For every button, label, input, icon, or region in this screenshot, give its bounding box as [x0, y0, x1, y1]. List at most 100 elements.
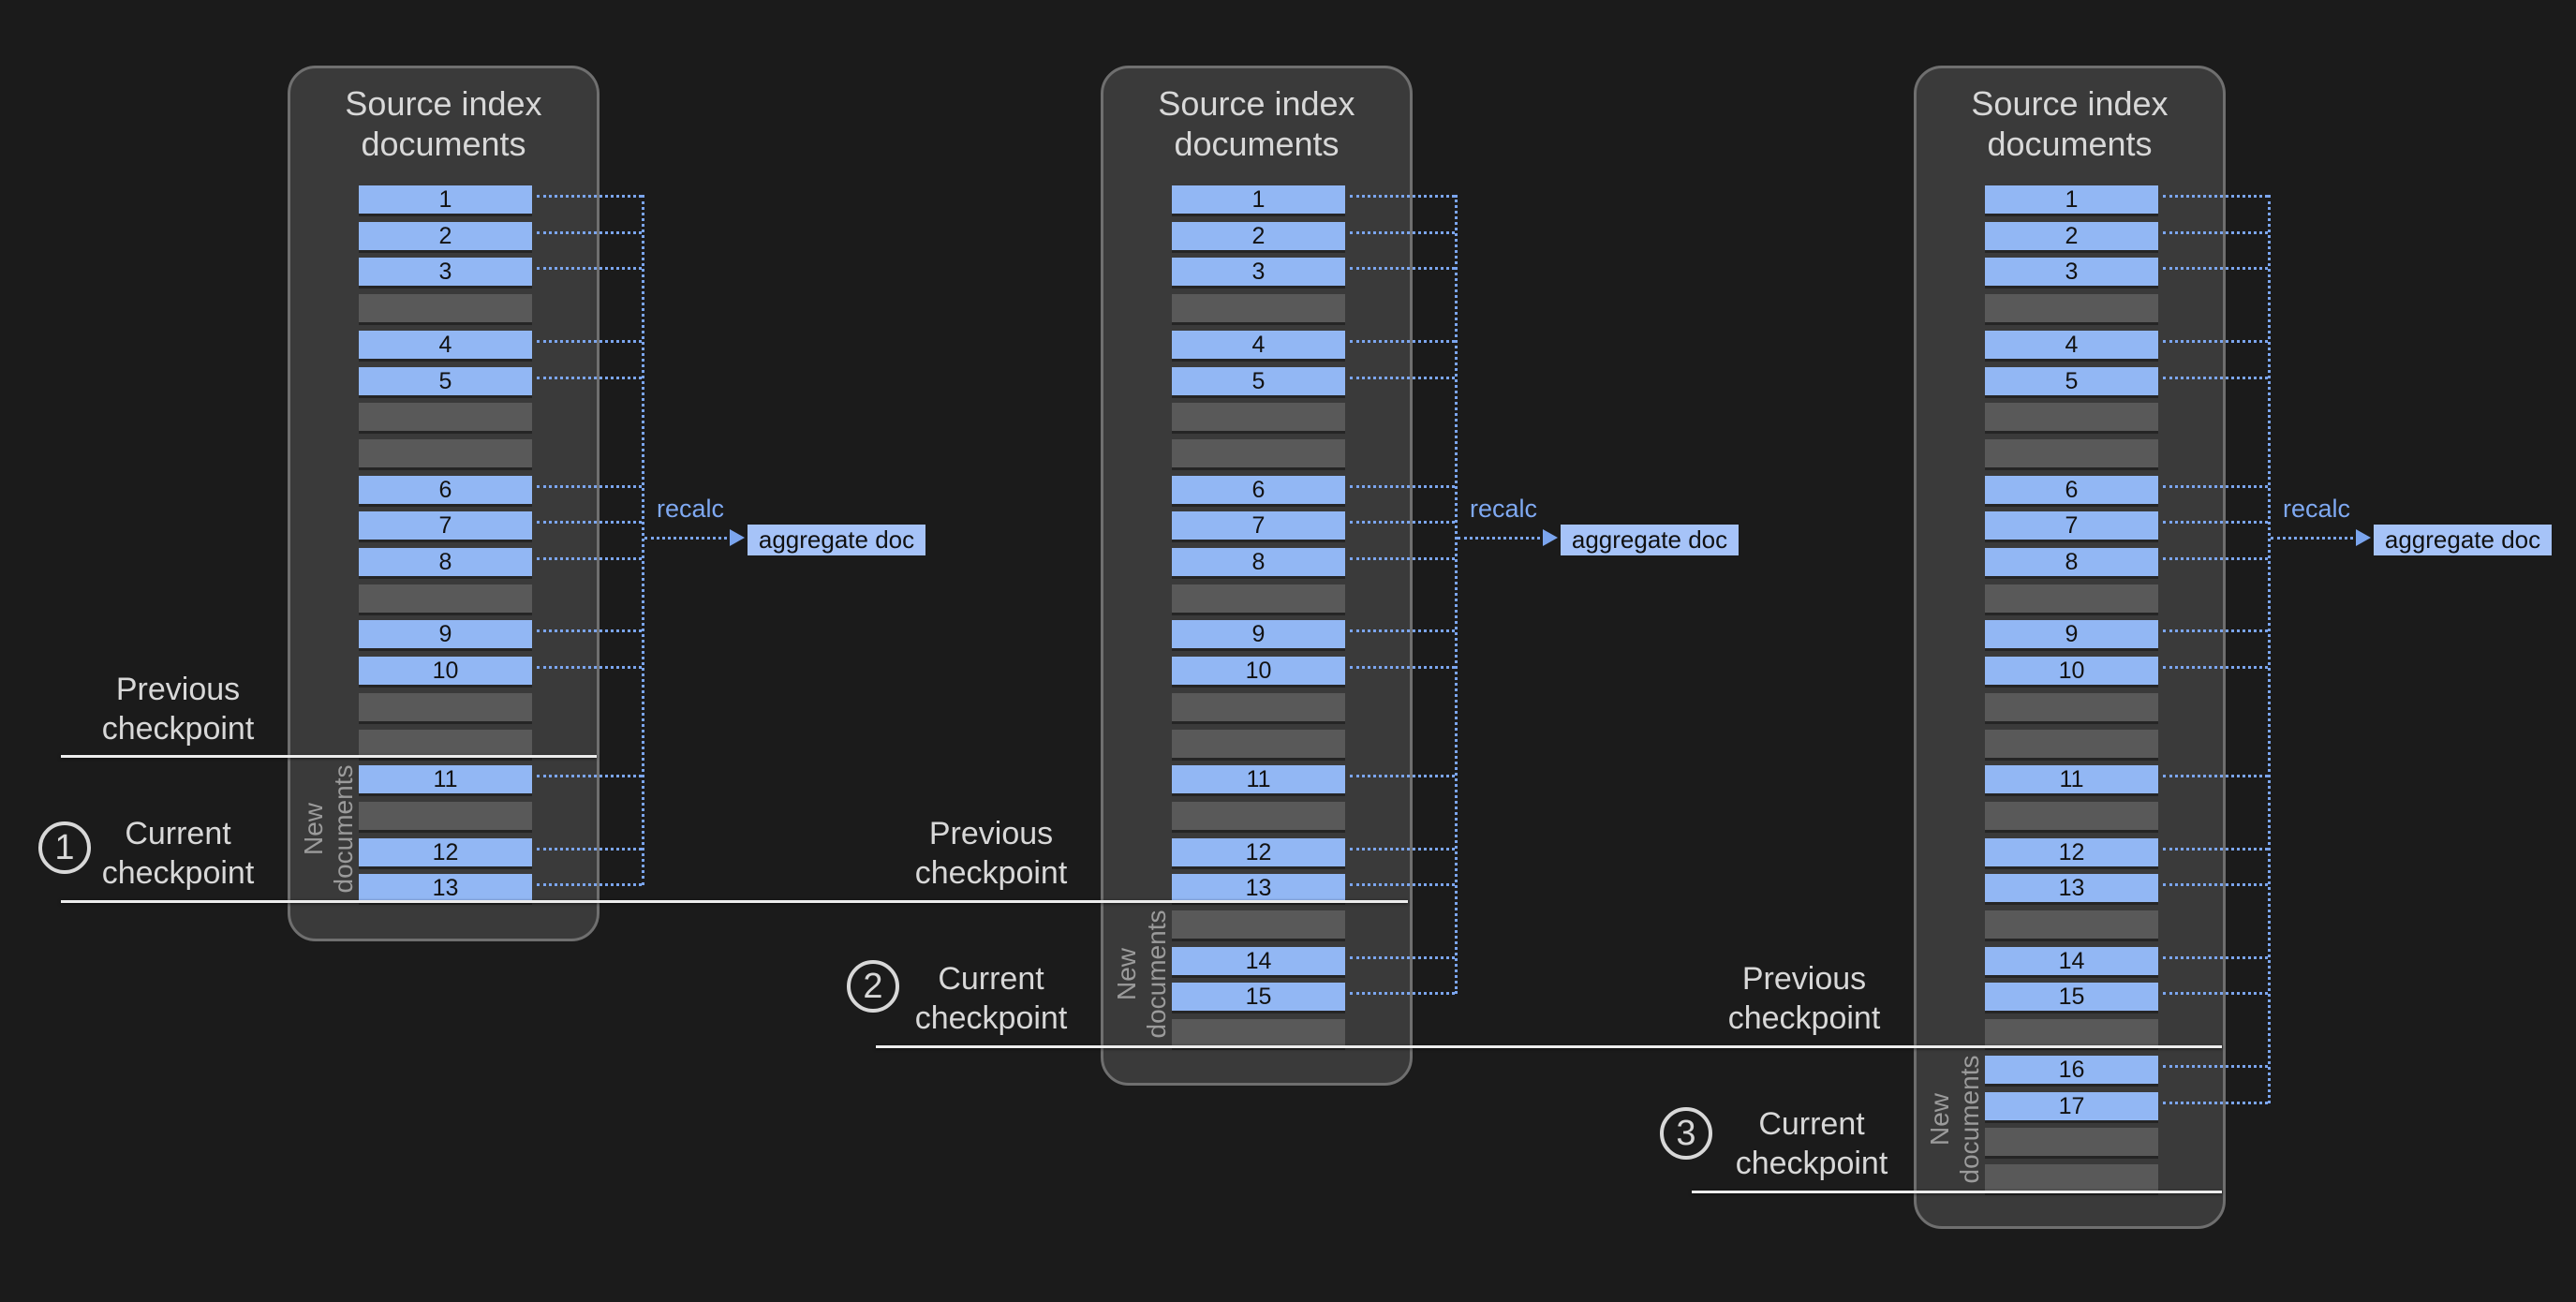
placeholder-row — [1172, 403, 1345, 431]
doc-connector-line — [1350, 267, 1455, 270]
doc-connector-line — [537, 883, 642, 886]
doc-connector-line — [2163, 195, 2268, 198]
placeholder-row — [1172, 294, 1345, 322]
bracket-line — [642, 195, 644, 885]
recalc-arrow — [1458, 537, 1546, 540]
doc-row-9: 9 — [1172, 620, 1345, 648]
doc-row-15: 15 — [1985, 983, 2158, 1011]
doc-row-4: 4 — [1172, 331, 1345, 359]
previous-checkpoint-label-1: Previous checkpoint — [28, 670, 328, 748]
placeholder-row — [359, 693, 532, 721]
recalc-label: recalc — [2283, 495, 2350, 523]
doc-row-3: 3 — [1172, 258, 1345, 286]
placeholder-row — [359, 802, 532, 830]
doc-connector-line — [1350, 629, 1455, 632]
doc-connector-line — [1350, 521, 1455, 524]
bracket-line — [1455, 195, 1458, 994]
checkpoint-line-2 — [61, 900, 1408, 903]
doc-row-8: 8 — [1172, 548, 1345, 576]
doc-connector-line — [1350, 666, 1455, 669]
panel-title: Source index documents — [1917, 83, 2223, 164]
doc-connector-line — [2163, 629, 2268, 632]
panel-title: Source index documents — [1103, 83, 1410, 164]
doc-connector-line — [537, 267, 642, 270]
doc-row-5: 5 — [1172, 367, 1345, 395]
bracket-line — [2268, 195, 2271, 1103]
doc-connector-line — [1350, 992, 1455, 995]
doc-connector-line — [2163, 267, 2268, 270]
doc-row-3: 3 — [1985, 258, 2158, 286]
placeholder-row — [1172, 802, 1345, 830]
doc-row-4: 4 — [359, 331, 532, 359]
placeholder-row — [1985, 802, 2158, 830]
placeholder-row — [1985, 730, 2158, 758]
aggregate-doc-box: aggregate doc — [1561, 525, 1739, 555]
checkpoint-line-4 — [1692, 1191, 2222, 1193]
panel-title: Source index documents — [290, 83, 597, 164]
doc-connector-line — [1350, 883, 1455, 886]
arrowhead-icon — [2356, 529, 2371, 546]
doc-row-2: 2 — [1985, 222, 2158, 250]
doc-row-13: 13 — [1172, 874, 1345, 902]
recalc-label: recalc — [657, 495, 724, 523]
doc-row-8: 8 — [359, 548, 532, 576]
placeholder-row — [1985, 584, 2158, 613]
doc-connector-line — [1350, 557, 1455, 560]
doc-connector-line — [2163, 377, 2268, 379]
doc-connector-line — [2163, 1102, 2268, 1104]
doc-row-16: 16 — [1985, 1056, 2158, 1084]
doc-connector-line — [537, 629, 642, 632]
doc-row-5: 5 — [359, 367, 532, 395]
doc-connector-line — [2163, 231, 2268, 234]
doc-row-14: 14 — [1172, 947, 1345, 975]
doc-row-9: 9 — [1985, 620, 2158, 648]
recalc-arrow — [644, 537, 733, 540]
doc-row-13: 13 — [359, 874, 532, 902]
placeholder-row — [1985, 439, 2158, 467]
doc-row-10: 10 — [1172, 657, 1345, 685]
doc-connector-line — [537, 231, 642, 234]
doc-row-12: 12 — [1172, 838, 1345, 866]
placeholder-row — [1172, 439, 1345, 467]
recalc-arrow — [2271, 537, 2359, 540]
placeholder-row — [1172, 730, 1345, 758]
placeholder-row — [1172, 693, 1345, 721]
doc-connector-line — [1350, 195, 1455, 198]
checkpoint-line-1 — [61, 755, 597, 758]
doc-row-2: 2 — [1172, 222, 1345, 250]
doc-row-11: 11 — [1985, 765, 2158, 793]
checkpoint-number-badge-2: 2 — [847, 960, 899, 1013]
doc-connector-line — [537, 557, 642, 560]
placeholder-row — [1985, 294, 2158, 322]
doc-connector-line — [537, 195, 642, 198]
previous-checkpoint-label-3: Previous checkpoint — [1654, 959, 1954, 1038]
doc-row-1: 1 — [1985, 185, 2158, 214]
doc-connector-line — [2163, 775, 2268, 777]
doc-row-9: 9 — [359, 620, 532, 648]
doc-row-5: 5 — [1985, 367, 2158, 395]
doc-row-12: 12 — [1985, 838, 2158, 866]
aggregate-doc-box: aggregate doc — [748, 525, 925, 555]
recalc-label: recalc — [1470, 495, 1537, 523]
doc-row-7: 7 — [1985, 511, 2158, 540]
placeholder-row — [359, 439, 532, 467]
doc-row-11: 11 — [1172, 765, 1345, 793]
placeholder-row — [1985, 1128, 2158, 1156]
doc-row-7: 7 — [1172, 511, 1345, 540]
transform-checkpoints-diagram: Source index documents12345678910111213r… — [0, 0, 2576, 1302]
placeholder-row — [1985, 403, 2158, 431]
doc-connector-line — [1350, 231, 1455, 234]
doc-row-10: 10 — [1985, 657, 2158, 685]
doc-connector-line — [537, 848, 642, 851]
doc-connector-line — [2163, 848, 2268, 851]
placeholder-row — [1985, 910, 2158, 939]
doc-connector-line — [2163, 1065, 2268, 1068]
doc-connector-line — [2163, 956, 2268, 959]
doc-connector-line — [2163, 485, 2268, 488]
placeholder-row — [1985, 693, 2158, 721]
placeholder-row — [1172, 584, 1345, 613]
doc-row-10: 10 — [359, 657, 532, 685]
doc-connector-line — [537, 340, 642, 343]
arrowhead-icon — [730, 529, 745, 546]
doc-connector-line — [537, 377, 642, 379]
